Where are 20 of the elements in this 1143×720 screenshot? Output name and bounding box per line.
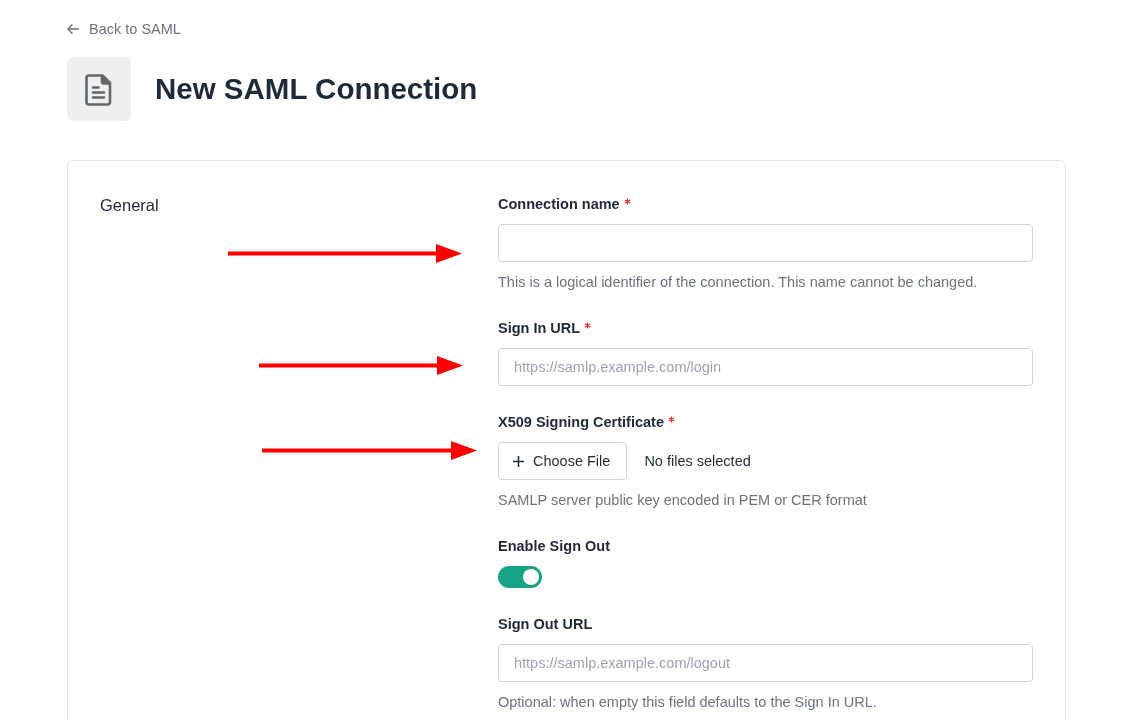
file-status-text: No files selected bbox=[644, 452, 751, 471]
field-label: Sign Out URL bbox=[498, 615, 593, 634]
help-text: Optional: when empty this field defaults to the Sign In URL. bbox=[498, 693, 877, 712]
page-title: New SAML Connection bbox=[155, 71, 478, 107]
choose-file-button[interactable]: Choose File bbox=[498, 442, 628, 480]
section-title: General bbox=[100, 195, 159, 216]
field-label: Enable Sign Out bbox=[498, 537, 610, 556]
text-input[interactable]: https://samlp.example.com/logout bbox=[498, 644, 1033, 682]
back-arrow-icon bbox=[67, 24, 79, 34]
text-input[interactable] bbox=[498, 224, 1033, 262]
field-label: X509 Signing Certificate bbox=[498, 413, 664, 432]
field-label: Sign In URL bbox=[498, 319, 581, 338]
toggle-switch[interactable] bbox=[498, 566, 542, 588]
document-icon bbox=[67, 57, 131, 121]
plus-icon bbox=[513, 455, 524, 467]
help-text: This is a logical identifier of the connection. This name cannot be changed. bbox=[498, 273, 978, 292]
field-label: Connection name bbox=[498, 195, 620, 214]
text-input[interactable]: https://samlp.example.com/login bbox=[498, 348, 1033, 386]
back-link[interactable]: Back to SAML bbox=[67, 19, 181, 39]
help-text: SAMLP server public key encoded in PEM or CER format bbox=[498, 491, 867, 510]
